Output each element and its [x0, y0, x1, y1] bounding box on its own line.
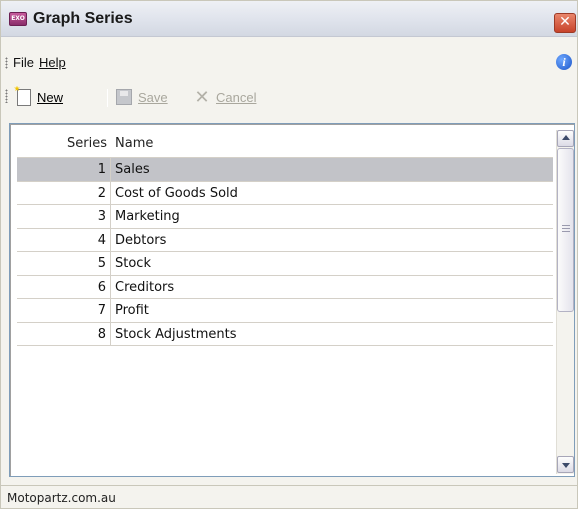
toolbar-separator	[107, 89, 108, 107]
status-bar: Motopartz.com.au	[1, 485, 577, 509]
column-header-name[interactable]: Name	[111, 130, 153, 158]
status-text: Motopartz.com.au	[7, 491, 116, 505]
toolbar-grip-icon[interactable]	[5, 89, 8, 103]
cell-name: Sales	[115, 162, 150, 177]
save-button-label: Save	[138, 89, 168, 105]
cell-name: Marketing	[115, 209, 180, 224]
table-row[interactable]: 5 Stock	[17, 252, 553, 276]
thumb-grip-icon	[562, 225, 570, 232]
cancel-x-icon: ✕	[194, 87, 210, 107]
vertical-scrollbar[interactable]	[556, 130, 574, 474]
cell-name: Stock	[115, 256, 151, 271]
menu-help-label: Help	[39, 55, 66, 70]
close-icon[interactable]: ✕	[554, 13, 576, 33]
grid-rows: 1 Sales 2 Cost of Goods Sold 3 Marketing…	[17, 158, 553, 346]
title-bar[interactable]: EXO Graph Series ✕	[1, 1, 577, 37]
cell-series: 5	[17, 252, 111, 275]
graph-series-window: EXO Graph Series ✕ File Help i New Save …	[0, 0, 578, 509]
cell-series: 6	[17, 275, 111, 299]
new-button[interactable]: New	[17, 86, 63, 108]
scroll-thumb[interactable]	[557, 148, 574, 312]
cell-series: 1	[17, 158, 111, 181]
cancel-button[interactable]: ✕ Cancel	[194, 86, 256, 108]
cell-name: Debtors	[115, 232, 167, 248]
scroll-up-button[interactable]	[557, 130, 574, 147]
menu-file-label: File	[13, 55, 34, 70]
app-icon: EXO	[9, 12, 27, 26]
chevron-down-icon	[562, 463, 570, 468]
menu-help[interactable]: Help	[39, 55, 66, 70]
cell-series: 3	[17, 205, 111, 228]
info-icon[interactable]: i	[556, 54, 572, 70]
scroll-down-button[interactable]	[557, 456, 574, 473]
table-row[interactable]: 8 Stock Adjustments	[17, 322, 553, 346]
toolbar: New Save ✕ Cancel	[1, 80, 577, 112]
cell-series: 2	[17, 181, 111, 205]
series-grid[interactable]: Series Name 1 Sales 2 Cost of Goods Sold…	[9, 123, 575, 477]
table-row[interactable]: 3 Marketing	[17, 205, 553, 229]
table-row[interactable]: 4 Debtors	[17, 228, 553, 252]
new-button-label: New	[37, 89, 64, 105]
column-header-series[interactable]: Series	[17, 130, 111, 158]
save-disk-icon	[116, 89, 132, 105]
table-row[interactable]: 2 Cost of Goods Sold	[17, 181, 553, 205]
cell-name: Stock Adjustments	[115, 326, 237, 342]
cell-name: Profit	[115, 303, 149, 318]
cell-series: 8	[17, 322, 111, 346]
cancel-button-label: Cancel	[216, 89, 257, 105]
save-button[interactable]: Save	[116, 86, 168, 108]
new-document-icon	[17, 88, 31, 106]
menu-file[interactable]: File	[13, 55, 34, 70]
cell-series: 7	[17, 299, 111, 322]
menu-grip-icon[interactable]	[5, 57, 8, 69]
grid-header: Series Name	[17, 130, 553, 158]
window-title: Graph Series	[33, 10, 133, 27]
cell-series: 4	[17, 228, 111, 252]
menu-bar: File Help i	[1, 52, 577, 74]
table-row[interactable]: 6 Creditors	[17, 275, 553, 299]
chevron-up-icon	[562, 135, 570, 140]
table-row[interactable]: 7 Profit	[17, 299, 553, 323]
table-row[interactable]: 1 Sales	[17, 158, 553, 182]
cell-name: Creditors	[115, 279, 175, 295]
cell-name: Cost of Goods Sold	[115, 185, 238, 201]
